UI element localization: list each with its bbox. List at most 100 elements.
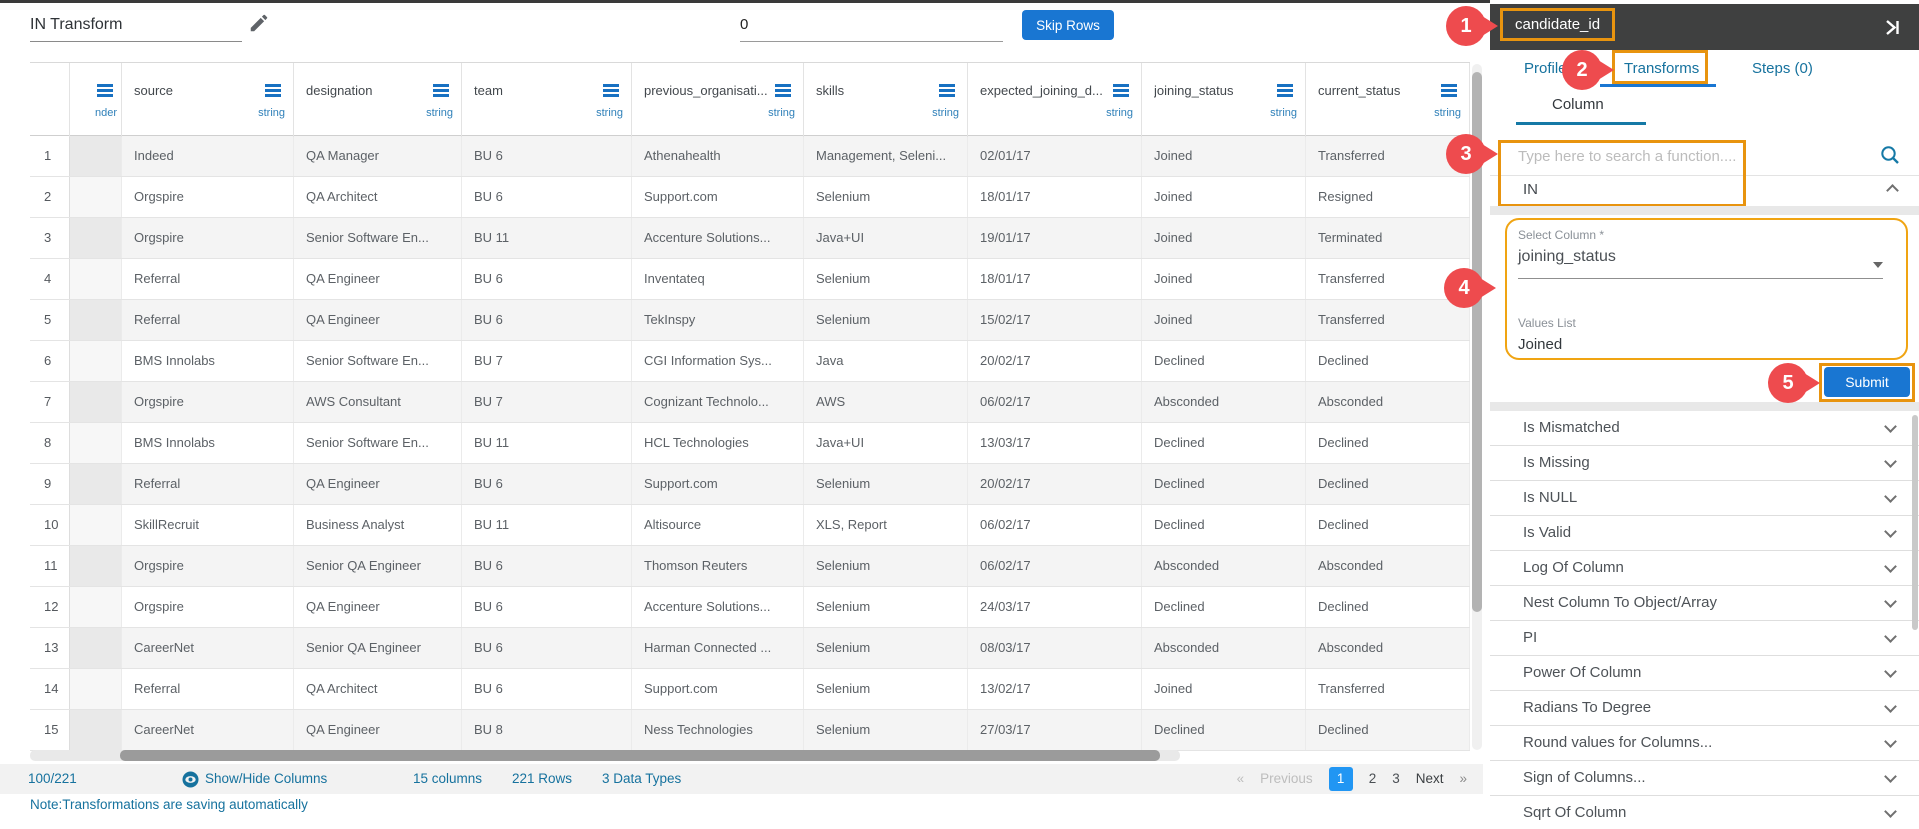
function-row-in[interactable]: IN [1490, 176, 1919, 206]
cell-skills[interactable]: AWS [804, 382, 968, 422]
cell-joining-status[interactable]: Absconded [1142, 382, 1306, 422]
cell-joining-status[interactable]: Joined [1142, 259, 1306, 299]
pagination-previous[interactable]: Previous [1260, 764, 1313, 794]
chevron-down-icon[interactable] [1884, 700, 1897, 713]
cell-source[interactable]: Referral [122, 259, 294, 299]
cell-source[interactable]: Referral [122, 669, 294, 709]
edit-pencil-icon[interactable] [248, 12, 270, 34]
cell-designation[interactable]: Senior Software En... [294, 423, 462, 463]
subtab-column[interactable]: Column [1552, 96, 1604, 113]
cell-team[interactable]: BU 6 [462, 136, 632, 176]
cell-previous-organisati-[interactable]: Support.com [632, 177, 804, 217]
cell-team[interactable]: BU 6 [462, 669, 632, 709]
cell-current-status[interactable]: Transferred [1306, 669, 1470, 709]
cell-source[interactable]: CareerNet [122, 628, 294, 668]
cell-skills[interactable]: Selenium [804, 464, 968, 504]
rows-summary[interactable]: 221 Rows [512, 764, 572, 794]
cell-team[interactable]: BU 6 [462, 259, 632, 299]
cell-previous-organisati-[interactable]: Ness Technologies [632, 710, 804, 750]
cell-skills[interactable]: Selenium [804, 259, 968, 299]
cell-expected-joining-d-[interactable]: 08/03/17 [968, 628, 1142, 668]
cell-expected-joining-d-[interactable]: 06/02/17 [968, 382, 1142, 422]
partial-column-cell[interactable] [70, 669, 122, 709]
partial-column-cell[interactable] [70, 546, 122, 586]
cell-current-status[interactable]: Declined [1306, 505, 1470, 545]
cell-previous-organisati-[interactable]: Inventateq [632, 259, 804, 299]
column-menu-icon[interactable] [603, 84, 619, 87]
cell-current-status[interactable]: Declined [1306, 710, 1470, 750]
cell-previous-organisati-[interactable]: CGI Information Sys... [632, 341, 804, 381]
cell-expected-joining-d-[interactable]: 27/03/17 [968, 710, 1142, 750]
cell-team[interactable]: BU 6 [462, 546, 632, 586]
cell-previous-organisati-[interactable]: HCL Technologies [632, 423, 804, 463]
partial-column-cell[interactable] [70, 177, 122, 217]
pagination-page-2[interactable]: 2 [1369, 764, 1377, 794]
cell-team[interactable]: BU 11 [462, 218, 632, 258]
cell-expected-joining-d-[interactable]: 06/02/17 [968, 505, 1142, 545]
cell-designation[interactable]: Senior QA Engineer [294, 546, 462, 586]
cell-expected-joining-d-[interactable]: 18/01/17 [968, 177, 1142, 217]
chevron-up-icon[interactable] [1886, 184, 1899, 197]
pagination-page-3[interactable]: 3 [1392, 764, 1400, 794]
cell-skills[interactable]: Selenium [804, 177, 968, 217]
cell-designation[interactable]: QA Engineer [294, 587, 462, 627]
select-column-dropdown[interactable]: joining_status [1518, 248, 1616, 266]
partial-column-cell[interactable] [70, 505, 122, 545]
column-menu-icon[interactable] [1113, 84, 1129, 87]
skip-rows-input[interactable] [740, 8, 1003, 42]
column-menu-icon[interactable] [1277, 84, 1293, 87]
function-row-is-null[interactable]: Is NULL [1490, 481, 1919, 516]
cell-designation[interactable]: Senior QA Engineer [294, 628, 462, 668]
cell-expected-joining-d-[interactable]: 24/03/17 [968, 587, 1142, 627]
cell-designation[interactable]: QA Manager [294, 136, 462, 176]
cell-skills[interactable]: Selenium [804, 628, 968, 668]
cell-designation[interactable]: Business Analyst [294, 505, 462, 545]
cell-joining-status[interactable]: Absconded [1142, 546, 1306, 586]
datatypes-summary[interactable]: 3 Data Types [602, 764, 681, 794]
partial-column-cell[interactable] [70, 341, 122, 381]
column-menu-icon[interactable] [433, 84, 449, 87]
columns-summary[interactable]: 15 columns [413, 764, 482, 794]
cell-previous-organisati-[interactable]: Athenahealth [632, 136, 804, 176]
chevron-down-icon[interactable] [1884, 490, 1897, 503]
cell-team[interactable]: BU 6 [462, 587, 632, 627]
chevron-down-icon[interactable] [1884, 420, 1897, 433]
cell-designation[interactable]: QA Engineer [294, 300, 462, 340]
tab-profile[interactable]: Profile [1524, 60, 1567, 77]
cell-previous-organisati-[interactable]: Thomson Reuters [632, 546, 804, 586]
function-row-sqrt-of-column[interactable]: Sqrt Of Column [1490, 796, 1919, 829]
partial-column-cell[interactable] [70, 259, 122, 299]
cell-current-status[interactable]: Terminated [1306, 218, 1470, 258]
cell-source[interactable]: Indeed [122, 136, 294, 176]
cell-source[interactable]: BMS Innolabs [122, 341, 294, 381]
column-menu-icon[interactable] [265, 84, 281, 87]
cell-previous-organisati-[interactable]: Accenture Solutions... [632, 587, 804, 627]
column-menu-icon[interactable] [97, 84, 113, 87]
chevron-down-icon[interactable] [1884, 805, 1897, 818]
cell-previous-organisati-[interactable]: Accenture Solutions... [632, 218, 804, 258]
partial-column-cell[interactable] [70, 136, 122, 176]
cell-joining-status[interactable]: Declined [1142, 505, 1306, 545]
partial-column-cell[interactable] [70, 382, 122, 422]
cell-joining-status[interactable]: Declined [1142, 710, 1306, 750]
cell-skills[interactable]: Selenium [804, 587, 968, 627]
tab-steps[interactable]: Steps (0) [1752, 60, 1813, 77]
cell-expected-joining-d-[interactable]: 20/02/17 [968, 341, 1142, 381]
cell-previous-organisati-[interactable]: Altisource [632, 505, 804, 545]
cell-skills[interactable]: Selenium [804, 669, 968, 709]
cell-skills[interactable]: XLS, Report [804, 505, 968, 545]
cell-current-status[interactable]: Declined [1306, 423, 1470, 463]
cell-team[interactable]: BU 11 [462, 505, 632, 545]
function-row-round-values-for-columns-[interactable]: Round values for Columns... [1490, 726, 1919, 761]
partial-column-cell[interactable] [70, 710, 122, 750]
cell-current-status[interactable]: Absconded [1306, 546, 1470, 586]
chevron-down-icon[interactable] [1884, 665, 1897, 678]
submit-button[interactable]: Submit [1824, 367, 1910, 397]
cell-current-status[interactable]: Absconded [1306, 382, 1470, 422]
partial-column-cell[interactable] [70, 464, 122, 504]
panel-scrollbar-thumb[interactable] [1912, 415, 1918, 630]
cell-designation[interactable]: QA Architect [294, 177, 462, 217]
cell-designation[interactable]: AWS Consultant [294, 382, 462, 422]
cell-skills[interactable]: Java+UI [804, 423, 968, 463]
cell-team[interactable]: BU 6 [462, 628, 632, 668]
